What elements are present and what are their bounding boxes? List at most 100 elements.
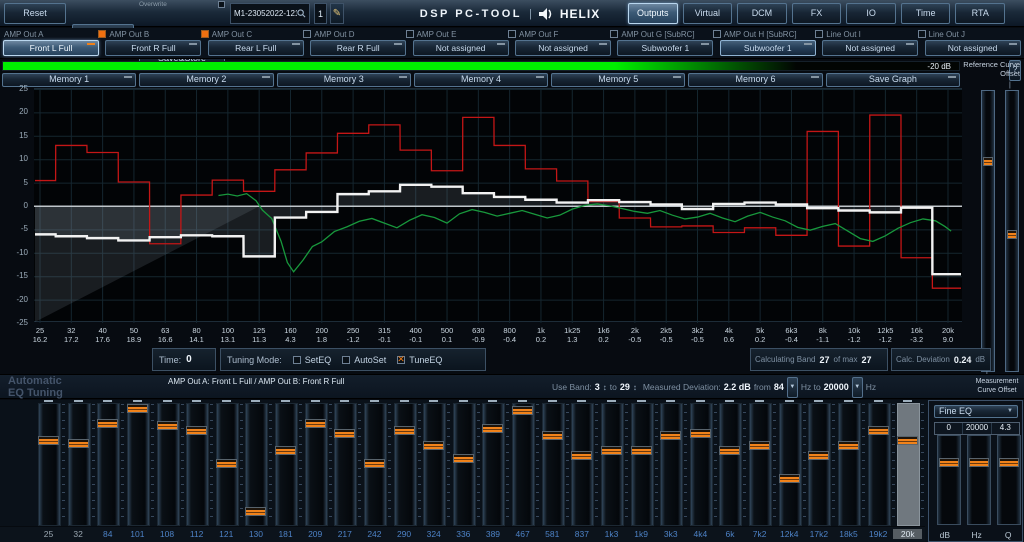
fine-eq-handle-q[interactable]	[999, 458, 1019, 467]
eq-slider-track[interactable]	[838, 403, 861, 526]
eq-slider-handle[interactable]	[482, 424, 503, 433]
channel-assignment-button[interactable]: Subwoofer 1	[617, 40, 713, 56]
tab-io[interactable]: IO	[846, 3, 896, 24]
eq-slider-handle[interactable]	[660, 431, 681, 440]
spinner-icon[interactable]: ↕	[603, 383, 607, 392]
eq-slider-track[interactable]	[512, 403, 535, 526]
eq-slider-track[interactable]	[68, 403, 91, 526]
channel-assignment-button[interactable]: Rear R Full	[310, 40, 406, 56]
eq-slider-handle[interactable]	[749, 441, 770, 450]
search-icon[interactable]	[297, 9, 306, 18]
fine-eq-slider-hz[interactable]	[967, 435, 991, 525]
eq-slider-track[interactable]	[542, 403, 565, 526]
eq-slider-handle[interactable]	[97, 419, 118, 428]
freq-from-dropdown[interactable]: ▼	[787, 377, 798, 398]
eq-slider-handle[interactable]	[631, 446, 652, 455]
channel-checkbox[interactable]	[406, 30, 414, 38]
device-name-field[interactable]: M1-23052022-1210	[230, 3, 310, 24]
eq-slider-handle[interactable]	[245, 507, 266, 516]
fine-eq-dropdown[interactable]: Fine EQ ▼	[934, 405, 1018, 418]
eq-slider-track[interactable]	[779, 403, 802, 526]
channel-assignment-button[interactable]: Not assigned	[925, 40, 1021, 56]
memory-button-memory-6[interactable]: Memory 6	[688, 73, 822, 87]
eq-slider-track[interactable]	[719, 403, 742, 526]
reference-offset-slider[interactable]	[1005, 90, 1019, 372]
eq-slider-handle[interactable]	[719, 446, 740, 455]
eq-slider-handle[interactable]	[453, 454, 474, 463]
measurement-offset-slider[interactable]	[981, 90, 995, 372]
eq-slider-handle[interactable]	[512, 406, 533, 415]
eq-slider-track[interactable]	[423, 403, 446, 526]
fine-eq-slider-q[interactable]	[997, 435, 1021, 525]
eq-slider-track[interactable]	[897, 403, 920, 526]
eq-slider-handle[interactable]	[68, 439, 89, 448]
reset-button[interactable]: Reset	[4, 3, 66, 24]
channel-assignment-button[interactable]: Front R Full	[105, 40, 201, 56]
tuning-mode-checkbox-tuneeq[interactable]	[397, 356, 405, 364]
reference-offset-handle[interactable]	[1007, 230, 1017, 239]
eq-slider-track[interactable]	[275, 403, 298, 526]
eq-slider-track[interactable]	[601, 403, 624, 526]
channel-assignment-button[interactable]: Not assigned	[413, 40, 509, 56]
measurement-offset-handle[interactable]	[983, 157, 993, 166]
memory-button-memory-2[interactable]: Memory 2	[139, 73, 273, 87]
memory-button-save-graph[interactable]: Save Graph	[826, 73, 960, 87]
channel-checkbox[interactable]	[508, 30, 516, 38]
eq-slider-handle[interactable]	[542, 431, 563, 440]
eq-slider-handle[interactable]	[364, 459, 385, 468]
eq-slider-handle[interactable]	[779, 474, 800, 483]
eq-slider-track[interactable]	[868, 403, 891, 526]
channel-checkbox[interactable]	[98, 30, 106, 38]
eq-slider-track[interactable]	[38, 403, 61, 526]
channel-assignment-button[interactable]: Not assigned	[822, 40, 918, 56]
eq-slider-track[interactable]	[690, 403, 713, 526]
eq-slider-handle[interactable]	[305, 419, 326, 428]
overwrite-checkbox[interactable]	[218, 1, 225, 8]
eq-slider-handle[interactable]	[868, 426, 889, 435]
device-count-box[interactable]: 1	[314, 3, 327, 24]
eq-slider-track[interactable]	[660, 403, 683, 526]
eq-slider-handle[interactable]	[186, 426, 207, 435]
channel-checkbox[interactable]	[201, 30, 209, 38]
eq-slider-track[interactable]	[127, 403, 150, 526]
channel-assignment-button[interactable]: Rear L Full	[208, 40, 304, 56]
channel-checkbox[interactable]	[303, 30, 311, 38]
tab-rta[interactable]: RTA	[955, 3, 1005, 24]
channel-checkbox[interactable]	[815, 30, 823, 38]
channel-checkbox[interactable]	[610, 30, 618, 38]
eq-slider-track[interactable]	[808, 403, 831, 526]
eq-slider-handle[interactable]	[157, 421, 178, 430]
fine-eq-handle-db[interactable]	[939, 458, 959, 467]
eq-slider-track[interactable]	[749, 403, 772, 526]
eq-slider-handle[interactable]	[571, 451, 592, 460]
eq-slider-handle[interactable]	[897, 436, 918, 445]
memory-button-memory-4[interactable]: Memory 4	[414, 73, 548, 87]
eq-slider-handle[interactable]	[423, 441, 444, 450]
eq-slider-track[interactable]	[394, 403, 417, 526]
eq-slider-track[interactable]	[571, 403, 594, 526]
eq-slider-handle[interactable]	[601, 446, 622, 455]
channel-checkbox[interactable]	[713, 30, 721, 38]
tab-fx[interactable]: FX	[792, 3, 842, 24]
eq-slider-handle[interactable]	[690, 429, 711, 438]
fine-eq-slider-db[interactable]	[937, 435, 961, 525]
eq-slider-track[interactable]	[186, 403, 209, 526]
eq-slider-handle[interactable]	[38, 436, 59, 445]
eq-slider-handle[interactable]	[334, 429, 355, 438]
eq-slider-handle[interactable]	[216, 459, 237, 468]
tab-dcm[interactable]: DCM	[737, 3, 787, 24]
fine-eq-handle-hz[interactable]	[969, 458, 989, 467]
eq-slider-handle[interactable]	[808, 451, 829, 460]
eq-slider-track[interactable]	[631, 403, 654, 526]
eq-slider-track[interactable]	[482, 403, 505, 526]
eq-slider-track[interactable]	[453, 403, 476, 526]
edit-device-button[interactable]: ✎	[330, 3, 344, 24]
tab-outputs[interactable]: Outputs	[628, 3, 678, 24]
eq-slider-handle[interactable]	[127, 404, 148, 413]
memory-button-memory-5[interactable]: Memory 5	[551, 73, 685, 87]
eq-slider-track[interactable]	[334, 403, 357, 526]
channel-assignment-button[interactable]: Not assigned	[515, 40, 611, 56]
tuning-mode-checkbox-autoset[interactable]	[342, 356, 350, 364]
eq-slider-handle[interactable]	[838, 441, 859, 450]
tab-virtual[interactable]: Virtual	[683, 3, 733, 24]
